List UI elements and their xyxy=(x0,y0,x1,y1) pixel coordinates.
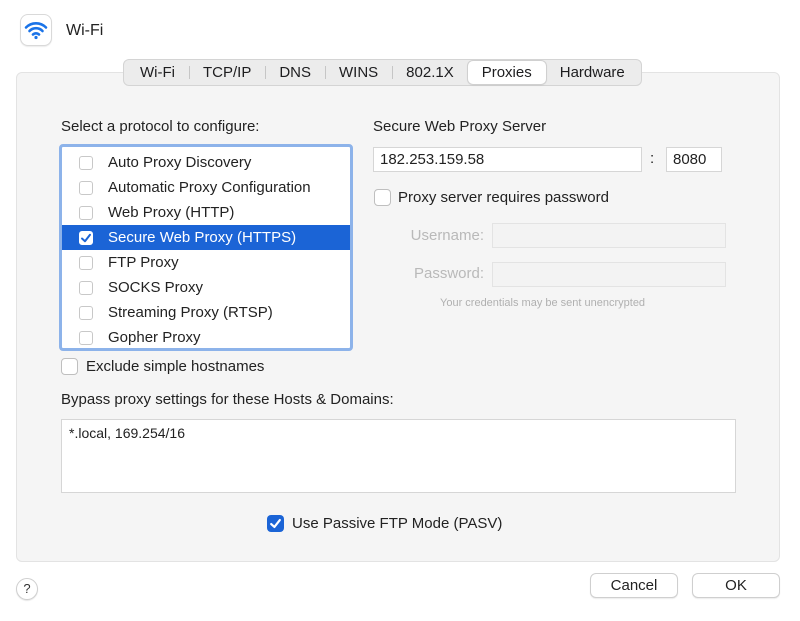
list-item[interactable]: Automatic Proxy Configuration xyxy=(62,175,350,200)
list-item[interactable]: Gopher Proxy xyxy=(62,325,350,350)
proxy-port-field[interactable]: 8080 xyxy=(666,147,722,172)
protocol-list[interactable]: Auto Proxy Discovery Automatic Proxy Con… xyxy=(59,144,353,351)
bypass-label: Bypass proxy settings for these Hosts & … xyxy=(61,391,394,408)
requires-password-checkbox[interactable] xyxy=(374,189,391,206)
checkbox[interactable] xyxy=(79,330,93,345)
username-label: Username: xyxy=(410,227,484,244)
requires-password-label: Proxy server requires password xyxy=(398,189,609,206)
ok-button[interactable]: OK xyxy=(692,573,780,598)
cancel-button[interactable]: Cancel xyxy=(590,573,678,598)
list-item[interactable]: Auto Proxy Discovery xyxy=(62,150,350,175)
bypass-textarea[interactable]: *.local, 169.254/16 xyxy=(61,419,736,493)
checkbox[interactable] xyxy=(79,280,93,295)
tab-tcpip[interactable]: TCP/IP xyxy=(188,61,265,84)
passive-ftp-label: Use Passive FTP Mode (PASV) xyxy=(292,515,503,532)
protocol-label: Auto Proxy Discovery xyxy=(108,154,252,171)
tab-hardware[interactable]: Hardware xyxy=(546,61,639,84)
checkmark-icon xyxy=(270,518,281,529)
window-title: Wi-Fi xyxy=(66,22,104,39)
tab-dns[interactable]: DNS xyxy=(265,61,325,84)
username-field[interactable] xyxy=(492,223,726,248)
port-separator: : xyxy=(650,150,655,167)
tab-bar: Wi-Fi TCP/IP DNS WINS 802.1X Proxies Har… xyxy=(123,59,642,86)
list-item[interactable]: FTP Proxy xyxy=(62,250,350,275)
checkbox[interactable] xyxy=(79,205,93,220)
list-item-selected[interactable]: Secure Web Proxy (HTTPS) xyxy=(62,225,350,250)
passive-ftp-checkbox[interactable] xyxy=(267,515,284,532)
protocol-label: Streaming Proxy (RTSP) xyxy=(108,304,273,321)
wifi-icon xyxy=(20,14,52,46)
list-item[interactable]: Web Proxy (HTTP) xyxy=(62,200,350,225)
list-item[interactable]: SOCKS Proxy xyxy=(62,275,350,300)
password-field[interactable] xyxy=(492,262,726,287)
list-item[interactable]: Streaming Proxy (RTSP) xyxy=(62,300,350,325)
checkbox-checked[interactable] xyxy=(79,230,93,245)
exclude-simple-checkbox[interactable] xyxy=(61,358,78,375)
checkmark-icon xyxy=(81,233,91,242)
exclude-simple-label: Exclude simple hostnames xyxy=(86,358,265,375)
checkbox[interactable] xyxy=(79,155,93,170)
checkbox[interactable] xyxy=(79,305,93,320)
protocol-label: FTP Proxy xyxy=(108,254,179,271)
tab-8021x[interactable]: 802.1X xyxy=(392,61,468,84)
password-label: Password: xyxy=(413,265,484,282)
server-heading: Secure Web Proxy Server xyxy=(373,118,547,135)
tab-proxies[interactable]: Proxies xyxy=(467,61,546,84)
protocol-label: Secure Web Proxy (HTTPS) xyxy=(108,229,297,246)
tab-wifi[interactable]: Wi-Fi xyxy=(126,61,189,84)
checkbox[interactable] xyxy=(79,180,93,195)
protocol-label: SOCKS Proxy xyxy=(108,279,204,296)
help-button[interactable]: ? xyxy=(16,578,38,600)
protocol-label: Automatic Proxy Configuration xyxy=(108,179,311,196)
protocol-label: Gopher Proxy xyxy=(108,329,201,346)
protocol-label: Web Proxy (HTTP) xyxy=(108,204,235,221)
proxy-host-field[interactable]: 182.253.159.58 xyxy=(373,147,642,172)
checkbox[interactable] xyxy=(79,255,93,270)
tab-wins[interactable]: WINS xyxy=(325,61,392,84)
protocol-heading: Select a protocol to configure: xyxy=(61,118,260,135)
credentials-hint: Your credentials may be sent unencrypted xyxy=(440,297,646,309)
